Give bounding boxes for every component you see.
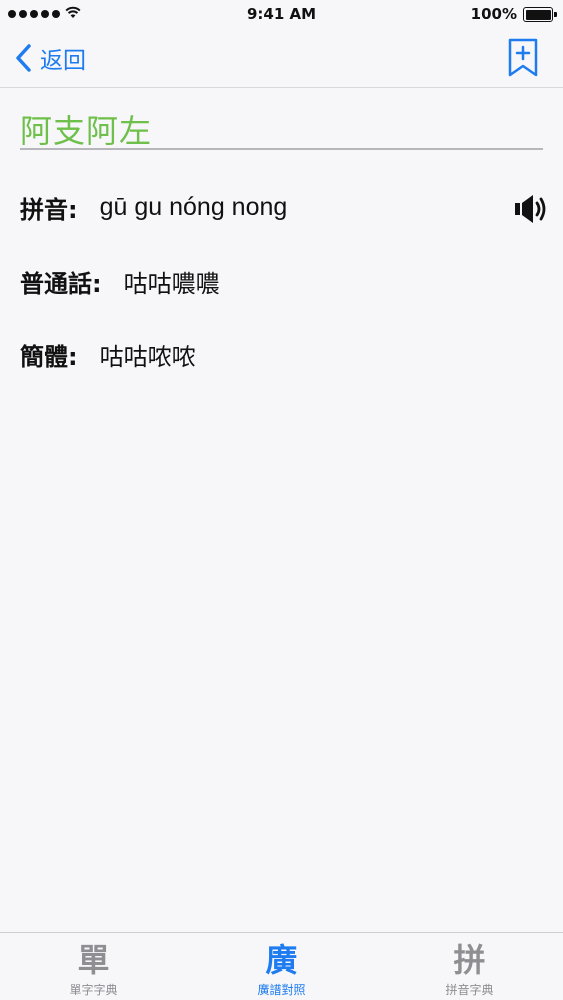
navigation-bar: 返回	[0, 30, 563, 88]
battery-icon	[523, 7, 557, 22]
pinyin-row: 拼音: gū gu nóng nong	[20, 190, 287, 225]
simplified-label: 簡體:	[20, 343, 78, 371]
chevron-left-icon	[16, 44, 31, 72]
tab-pinyin-label: 拼音字典	[445, 983, 494, 997]
bookmark-add-icon[interactable]	[507, 38, 539, 78]
mandarin-label: 普通話:	[20, 270, 102, 298]
tab-cantonese-icon: 廣	[265, 941, 298, 979]
speaker-icon[interactable]	[513, 192, 549, 226]
tab-single-char-dictionary[interactable]: 單 單字字典	[0, 933, 187, 1000]
divider	[20, 148, 543, 150]
tab-pinyin-dictionary[interactable]: 拼 拼音字典	[376, 933, 563, 1000]
tab-pinyin-icon: 拼	[453, 941, 486, 979]
status-bar: 9:41 AM 100%	[0, 0, 563, 30]
pinyin-label: 拼音:	[20, 196, 78, 224]
back-button[interactable]: 返回	[14, 38, 86, 78]
battery-percent: 100%	[470, 5, 517, 23]
headword: 阿支阿左	[20, 112, 153, 150]
tab-single-char-icon: 單	[77, 941, 110, 979]
mandarin-value: 咕咕噥噥	[123, 270, 220, 298]
tab-cantonese-comparison[interactable]: 廣 廣譜對照	[188, 933, 375, 1000]
tab-cantonese-label: 廣譜對照	[257, 983, 306, 997]
pinyin-value: gū gu nóng nong	[99, 193, 288, 221]
tab-single-char-label: 單字字典	[69, 983, 118, 997]
mandarin-row: 普通話: 咕咕噥噥	[20, 264, 220, 299]
tab-bar: 單 單字字典 廣 廣譜對照 拼 拼音字典	[0, 932, 563, 1000]
back-button-label: 返回	[40, 48, 86, 74]
simplified-value: 咕咕哝哝	[99, 343, 196, 371]
simplified-row: 簡體: 咕咕哝哝	[20, 337, 196, 372]
